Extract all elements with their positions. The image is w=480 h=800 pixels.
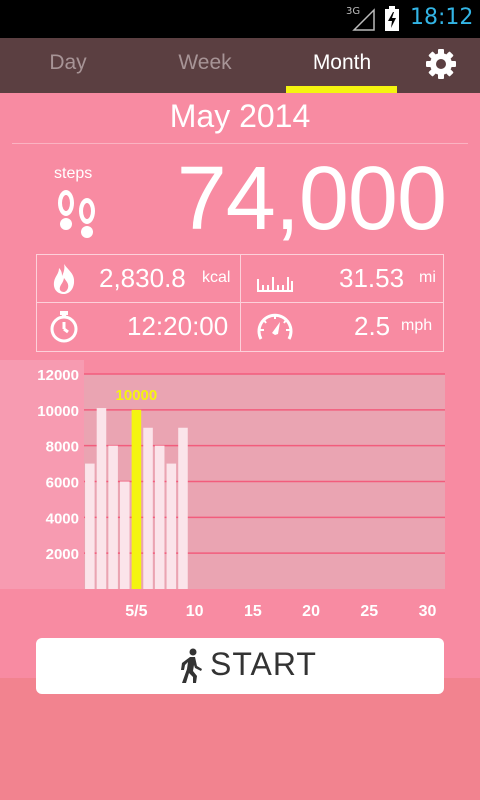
walking-person-icon xyxy=(181,648,202,683)
tab-week[interactable]: Week xyxy=(136,38,274,93)
bar xyxy=(119,481,130,589)
y-tick-label: 6000 xyxy=(46,475,79,492)
y-tick-label: 8000 xyxy=(46,439,79,456)
bar xyxy=(85,463,95,589)
stats-divider-vertical xyxy=(240,255,241,351)
y-tick-label: 12000 xyxy=(37,367,79,384)
x-tick-label: 20 xyxy=(302,603,320,620)
speed-unit: mph xyxy=(401,317,433,334)
gear-icon[interactable] xyxy=(423,46,459,82)
x-tick-label: 25 xyxy=(360,603,378,620)
bar-value-label: 10000 xyxy=(116,387,158,404)
calories-unit: kcal xyxy=(202,269,231,286)
steps-label: steps xyxy=(54,165,93,182)
monthly-steps-chart: 2000 4000 6000 8000 10000 12000 10000 5/5 10 15 20… xyxy=(0,360,445,620)
bar xyxy=(108,445,118,589)
duration-value: 12:20:00 xyxy=(127,311,229,341)
x-tick-label: 30 xyxy=(419,603,437,620)
status-time: 18:12 xyxy=(410,5,474,30)
tab-day[interactable]: Day xyxy=(0,38,136,93)
speed-value: 2.5 xyxy=(354,311,391,341)
y-tick-label: 4000 xyxy=(46,510,79,527)
distance-unit: mi xyxy=(419,269,436,286)
bar xyxy=(143,427,153,589)
steps-total: 74,000 xyxy=(176,149,447,249)
calories-value: 2,830.8 xyxy=(99,263,186,293)
start-button[interactable]: START xyxy=(36,638,444,694)
bar-highlighted xyxy=(131,409,142,589)
y-tick-label: 2000 xyxy=(46,546,79,563)
x-tick-label: 10 xyxy=(186,603,204,620)
x-tick-label: 5/5 xyxy=(125,603,147,620)
speedometer-icon xyxy=(257,313,293,340)
active-tab-indicator xyxy=(286,86,397,93)
x-tick-label: 15 xyxy=(244,603,262,620)
stopwatch-icon xyxy=(50,311,78,343)
tab-bar: Day Week Month xyxy=(0,38,480,93)
title-divider xyxy=(12,143,468,144)
flame-icon xyxy=(53,264,75,294)
distance-value: 31.53 xyxy=(339,263,405,293)
bar xyxy=(166,463,177,589)
ruler-icon xyxy=(257,277,293,292)
status-bar: 3G 18:12 xyxy=(0,0,480,38)
period-title: May 2014 xyxy=(169,98,311,134)
bar xyxy=(178,427,188,589)
footprints-icon xyxy=(58,190,95,238)
signal-icon xyxy=(352,8,375,31)
bar xyxy=(154,445,165,589)
battery-charging-icon xyxy=(385,6,399,31)
stats-grid: 2,830.8 kcal 31.53 mi 12:20:00 2.5 mph xyxy=(36,254,444,352)
tab-month[interactable]: Month xyxy=(286,38,398,93)
bar xyxy=(96,408,107,589)
start-label: START xyxy=(210,646,317,682)
y-tick-label: 10000 xyxy=(37,403,79,420)
stats-divider-horizontal xyxy=(37,302,443,303)
